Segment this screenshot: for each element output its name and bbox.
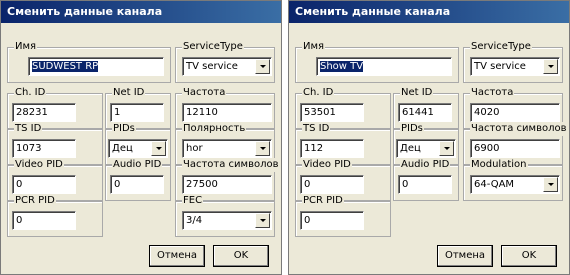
pids-select[interactable]: Дец xyxy=(108,139,168,158)
pids-label: PIDs xyxy=(112,122,136,136)
modulation-group: Modulation 64-QAM xyxy=(463,158,563,201)
pids-select[interactable]: Дец xyxy=(396,139,456,158)
netid-input[interactable]: 61441 xyxy=(398,103,452,122)
chid-label: Ch. ID xyxy=(14,86,47,100)
ok-button[interactable]: OK xyxy=(213,245,269,267)
chid-input[interactable]: 53501 xyxy=(300,103,364,122)
pcr-pid-group: PCR PID 0 xyxy=(7,194,103,237)
symbol-rate-label: Частота символов xyxy=(182,158,280,172)
dialog-title: Сменить данные канала xyxy=(1,1,281,23)
symbol-rate-label: Частота символов xyxy=(470,122,568,136)
video-pid-input[interactable]: 0 xyxy=(12,175,76,194)
chevron-down-icon[interactable] xyxy=(439,141,454,156)
audio-pid-label: Audio PID xyxy=(400,158,451,172)
name-input[interactable]: Show TV xyxy=(316,57,452,76)
service-type-label: ServiceType xyxy=(182,40,244,54)
chevron-down-icon[interactable] xyxy=(151,141,166,156)
chevron-down-icon[interactable] xyxy=(255,141,270,156)
name-group: Имя SUDWEST RP xyxy=(7,40,171,83)
cancel-button[interactable]: Отмена xyxy=(437,245,493,267)
service-type-select[interactable]: TV service xyxy=(182,57,272,76)
audio-pid-input[interactable]: 0 xyxy=(110,175,164,194)
fec-select[interactable]: 3/4 xyxy=(182,211,272,230)
chid-label: Ch. ID xyxy=(302,86,335,100)
audio-pid-input[interactable]: 0 xyxy=(398,175,452,194)
polarity-label: Полярность xyxy=(182,122,247,136)
tsid-label: TS ID xyxy=(14,122,43,136)
chid-input[interactable]: 28231 xyxy=(12,103,76,122)
freq-input[interactable]: 12110 xyxy=(182,103,272,122)
audio-pid-group: Audio PID 0 xyxy=(393,158,459,201)
freq-input[interactable]: 4020 xyxy=(470,103,560,122)
modulation-label: Modulation xyxy=(470,158,528,172)
pcr-pid-input[interactable]: 0 xyxy=(12,211,76,230)
audio-pid-label: Audio PID xyxy=(112,158,163,172)
name-group: Имя Show TV xyxy=(295,40,459,83)
freq-label: Частота xyxy=(470,86,515,100)
fec-group: FEC 3/4 xyxy=(175,194,275,237)
name-label: Имя xyxy=(14,40,38,54)
service-type-label: ServiceType xyxy=(470,40,532,54)
pcr-pid-label: PCR PID xyxy=(14,194,56,208)
name-input[interactable]: SUDWEST RP xyxy=(28,57,164,76)
pcr-pid-input[interactable]: 0 xyxy=(300,211,364,230)
chevron-down-icon[interactable] xyxy=(543,59,558,74)
freq-label: Частота xyxy=(182,86,227,100)
pcr-pid-label: PCR PID xyxy=(302,194,344,208)
channel-dialog-left: Сменить данные канала Имя SUDWEST RP Ser… xyxy=(0,0,282,275)
service-type-group: ServiceType TV service xyxy=(463,40,563,83)
video-pid-label: Video PID xyxy=(302,158,352,172)
pcr-pid-group: PCR PID 0 xyxy=(295,194,391,237)
service-type-select[interactable]: TV service xyxy=(470,57,560,76)
dialog-title: Сменить данные канала xyxy=(289,1,569,23)
symbol-rate-input[interactable]: 27500 xyxy=(182,175,272,194)
chevron-down-icon[interactable] xyxy=(255,59,270,74)
service-type-group: ServiceType TV service xyxy=(175,40,275,83)
symbol-rate-input[interactable]: 6900 xyxy=(470,139,560,158)
name-label: Имя xyxy=(302,40,326,54)
modulation-select[interactable]: 64-QAM xyxy=(470,175,560,194)
polarity-select[interactable]: hor xyxy=(182,139,272,158)
channel-dialog-right: Сменить данные канала Имя Show TV Servic… xyxy=(288,0,570,275)
tsid-input[interactable]: 112 xyxy=(300,139,364,158)
video-pid-label: Video PID xyxy=(14,158,64,172)
chevron-down-icon[interactable] xyxy=(543,177,558,192)
netid-input[interactable]: 1 xyxy=(110,103,164,122)
tsid-input[interactable]: 1073 xyxy=(12,139,76,158)
netid-label: Net ID xyxy=(112,86,146,100)
video-pid-input[interactable]: 0 xyxy=(300,175,364,194)
tsid-label: TS ID xyxy=(302,122,331,136)
chevron-down-icon[interactable] xyxy=(255,213,270,228)
ok-button[interactable]: OK xyxy=(501,245,557,267)
fec-label: FEC xyxy=(182,194,204,208)
audio-pid-group: Audio PID 0 xyxy=(105,158,171,201)
pids-label: PIDs xyxy=(400,122,424,136)
netid-label: Net ID xyxy=(400,86,434,100)
cancel-button[interactable]: Отмена xyxy=(149,245,205,267)
